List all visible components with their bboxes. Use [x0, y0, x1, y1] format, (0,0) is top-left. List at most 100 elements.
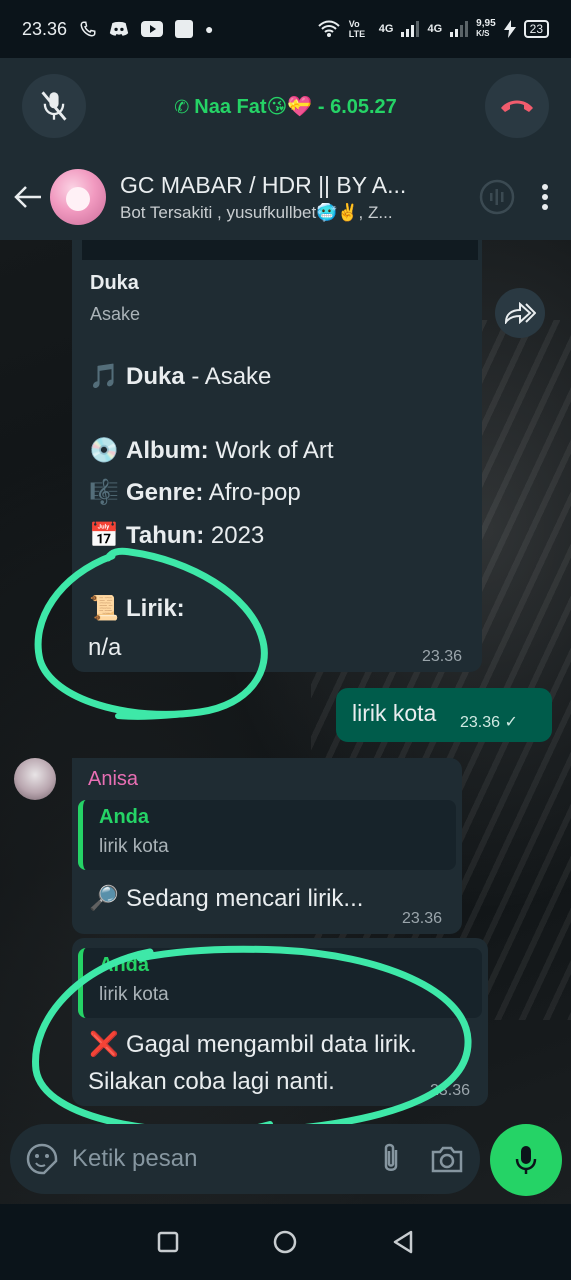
album-value: Work of Art	[208, 437, 334, 464]
net-speed-value: 9,95	[476, 18, 496, 29]
net-speed: 9,95 K/S	[476, 19, 495, 39]
chat-header: GC MABAR / HDR || BY A... Bot Tersakiti …	[0, 154, 571, 240]
cd-icon: 💿	[89, 437, 119, 464]
preview-title: Duka	[90, 272, 139, 294]
message-time: 23.36	[422, 648, 463, 665]
notification-square-icon	[175, 20, 194, 38]
song-artist: - Asake	[184, 363, 272, 390]
quote-text: lirik kota	[99, 984, 169, 1005]
signal-icon-2	[450, 21, 469, 37]
preview-artist: Asake	[90, 304, 141, 324]
chat-messages-area[interactable]: Duka Asake 🎵 Duka - Asake 💿 Album: Work of…	[0, 240, 571, 1204]
music-note-icon: 🎵	[89, 363, 119, 390]
outgoing-message[interactable]: lirik kota 23.36 ✓	[336, 688, 552, 742]
youtube-icon	[141, 21, 164, 37]
message-time: 23.36	[402, 910, 443, 927]
network-label-1: 4G	[378, 23, 394, 35]
wifi-icon	[318, 20, 340, 37]
quote-author: Anda	[99, 954, 149, 976]
lyric-line: 📜 Lirik:	[88, 594, 185, 623]
back-nav-icon[interactable]	[391, 1230, 415, 1254]
end-call-button[interactable]	[485, 74, 549, 138]
genre-label: Genre:	[126, 479, 204, 506]
media-preview-strip	[82, 240, 478, 260]
composer-pill[interactable]	[10, 1124, 480, 1194]
back-button[interactable]	[12, 181, 44, 213]
network-label-2: 4G	[427, 23, 443, 35]
album-line: 💿 Album: Work of Art	[88, 436, 334, 465]
genre-value: Afro-pop	[203, 479, 301, 506]
genre-line: 🎼 Genre: Afro-pop	[88, 478, 301, 507]
group-info[interactable]: GC MABAR / HDR || BY A... Bot Tersakiti …	[120, 172, 440, 223]
more-options-icon[interactable]	[541, 183, 549, 211]
mic-off-icon	[41, 91, 67, 121]
forward-button[interactable]	[495, 288, 545, 338]
battery-indicator: 23	[523, 20, 549, 38]
message-time: 23.36 ✓	[460, 712, 518, 732]
year-line: 📅 Tahun: 2023	[88, 521, 264, 550]
mute-button[interactable]	[22, 74, 86, 138]
group-avatar[interactable]	[50, 169, 106, 225]
incoming-reply-message[interactable]: Anisa Anda lirik kota 🔎 Sedang mencari li…	[72, 758, 462, 934]
sender-name[interactable]: Anisa	[88, 768, 138, 791]
back-arrow-icon	[14, 186, 41, 208]
ongoing-call-bar[interactable]: ✆ Naa Fat😘💝 - 6.05.27	[0, 58, 571, 154]
quote-text: lirik kota	[99, 836, 169, 857]
call-title-text: Naa Fat😘💝 - 6.05.27	[194, 95, 397, 118]
camera-icon[interactable]	[430, 1144, 464, 1174]
net-speed-unit: K/S	[476, 29, 490, 38]
year-value: 2023	[204, 522, 265, 549]
magnifier-icon: 🔎	[89, 885, 119, 912]
cross-mark-icon: ❌	[89, 1031, 119, 1058]
lyric-label: Lirik:	[126, 595, 185, 622]
mic-icon	[515, 1146, 537, 1174]
voice-record-button[interactable]	[490, 1124, 562, 1196]
phone-call-icon	[80, 21, 96, 37]
year-label: Tahun:	[126, 522, 205, 549]
song-info-message[interactable]: Duka Asake 🎵 Duka - Asake 💿 Album: Work of…	[72, 240, 482, 672]
reply-text: Sedang mencari lirik...	[126, 885, 364, 912]
music-score-icon: 🎼	[89, 479, 119, 506]
dot-icon: ●	[205, 21, 214, 37]
lyric-value: n/a	[88, 634, 122, 661]
voice-chat-icon[interactable]	[479, 179, 515, 215]
call-phone-icon: ✆	[174, 96, 195, 117]
sender-avatar[interactable]	[14, 758, 56, 800]
calendar-icon: 📅	[89, 522, 119, 549]
hangup-icon	[501, 100, 533, 112]
error-text-line-1: ❌ Gagal mengambil data lirik.	[88, 1030, 417, 1059]
group-participants: Bot Tersakiti , yusufkullbet🥶✌️, Z...	[120, 202, 393, 222]
quote-author: Anda	[99, 806, 149, 828]
incoming-error-message[interactable]: Anda lirik kota ❌ Gagal mengambil data li…	[72, 938, 488, 1106]
scroll-icon: 📜	[89, 595, 119, 622]
message-time: 23.36	[430, 1082, 471, 1099]
album-label: Album:	[126, 437, 209, 464]
sticker-icon[interactable]	[26, 1143, 58, 1175]
reply-text-line: 🔎 Sedang mencari lirik...	[88, 884, 363, 913]
volte-label: Vo LTE	[348, 19, 366, 39]
attach-icon[interactable]	[378, 1142, 404, 1176]
system-navigation-bar	[0, 1204, 571, 1280]
message-time-value: 23.36	[460, 714, 501, 731]
discord-icon	[109, 21, 129, 36]
song-line: 🎵 Duka - Asake	[88, 362, 271, 391]
message-input[interactable]	[72, 1145, 342, 1173]
outgoing-text: lirik kota	[352, 700, 437, 726]
quoted-message[interactable]: Anda lirik kota	[78, 948, 482, 1018]
sent-check-icon: ✓	[504, 714, 518, 731]
error-text-line-2: Silakan coba lagi nanti.	[88, 1068, 335, 1095]
error-text-1: Gagal mengambil data lirik.	[126, 1031, 417, 1058]
call-title[interactable]: ✆ Naa Fat😘💝 - 6.05.27	[86, 94, 485, 119]
whatsapp-chat-screen: 23.36 ● Vo LTE 4G 4G 9,95 K/S 23 ✆ Naa F…	[0, 0, 571, 1280]
clock: 23.36	[22, 18, 68, 39]
quoted-message[interactable]: Anda lirik kota	[78, 800, 456, 870]
message-composer	[0, 1116, 571, 1206]
home-icon[interactable]	[272, 1229, 298, 1255]
forward-icon	[504, 302, 536, 324]
signal-icon-1	[401, 21, 420, 37]
group-title: GC MABAR / HDR || BY A...	[120, 171, 407, 198]
song-title: Duka	[126, 363, 185, 390]
recents-icon[interactable]	[157, 1231, 179, 1253]
link-preview[interactable]: Duka Asake	[80, 260, 474, 336]
status-bar: 23.36 ● Vo LTE 4G 4G 9,95 K/S 23	[0, 0, 571, 58]
